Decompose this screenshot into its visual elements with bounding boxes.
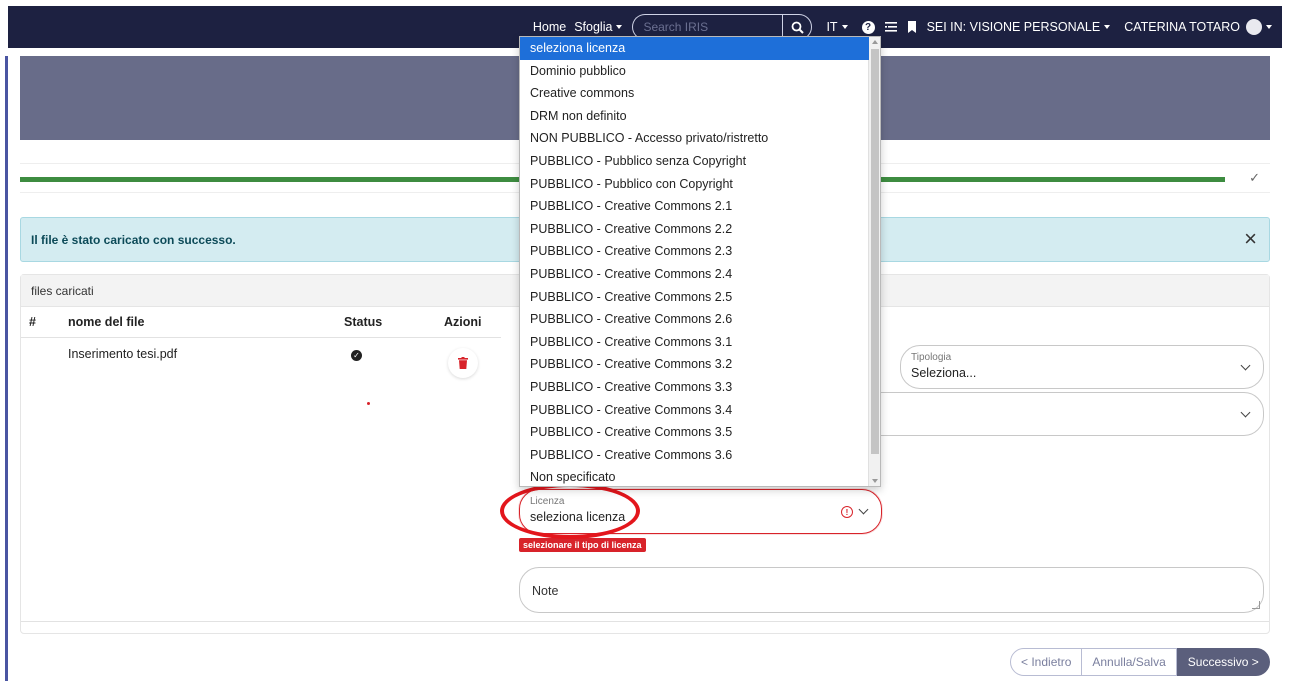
dropdown-scrollbar[interactable] xyxy=(868,37,880,486)
user-menu[interactable]: CATERINA TOTARO xyxy=(1124,19,1272,35)
nav-home-link[interactable]: Home xyxy=(533,20,566,34)
nav-browse-label: Sfoglia xyxy=(574,20,613,34)
license-option[interactable]: Dominio pubblico xyxy=(520,60,869,83)
cancel-save-button[interactable]: Annulla/Salva xyxy=(1082,648,1177,676)
resize-handle-icon[interactable] xyxy=(1252,601,1260,609)
question-circle-icon: ? xyxy=(861,20,875,34)
scroll-up-icon[interactable] xyxy=(872,40,878,44)
alert-message: Il file è stato caricato con successo. xyxy=(31,232,236,247)
chevron-down-icon xyxy=(1240,360,1251,371)
license-option[interactable]: PUBBLICO - Creative Commons 3.2 xyxy=(520,353,869,376)
column-header-actions: Azioni xyxy=(444,315,482,329)
note-placeholder: Note xyxy=(532,584,559,598)
list-icon xyxy=(884,22,897,32)
back-button[interactable]: < Indietro xyxy=(1010,648,1083,676)
chevron-down-icon xyxy=(1240,407,1251,418)
license-option[interactable]: PUBBLICO - Creative Commons 2.5 xyxy=(520,286,869,309)
error-icon: ! xyxy=(841,506,853,518)
column-header-filename: nome del file xyxy=(68,315,145,329)
license-option[interactable]: DRM non definito xyxy=(520,105,869,128)
licenza-error-badge: selezionare il tipo di licenza xyxy=(519,538,646,552)
close-icon[interactable]: × xyxy=(1244,228,1257,250)
note-textarea[interactable]: Note xyxy=(519,567,1264,613)
chevron-down-icon xyxy=(841,25,848,29)
next-button[interactable]: Successivo > xyxy=(1176,648,1270,676)
check-circle-icon: ✓ xyxy=(351,350,362,361)
delete-file-button[interactable] xyxy=(448,348,478,378)
license-option[interactable]: PUBBLICO - Creative Commons 2.6 xyxy=(520,308,869,331)
required-marker xyxy=(367,402,370,405)
left-accent-strip xyxy=(0,0,8,681)
language-label: IT xyxy=(826,20,838,34)
license-option[interactable]: PUBBLICO - Creative Commons 3.1 xyxy=(520,331,869,354)
tipologia-label: Tipologia xyxy=(911,352,952,363)
license-option[interactable]: PUBBLICO - Creative Commons 2.4 xyxy=(520,263,869,286)
check-icon: ✓ xyxy=(1249,170,1260,185)
license-option[interactable]: PUBBLICO - Creative Commons 3.4 xyxy=(520,399,869,422)
license-option[interactable]: PUBBLICO - Pubblico senza Copyright xyxy=(520,150,869,173)
chevron-down-icon xyxy=(616,25,623,29)
license-option[interactable]: PUBBLICO - Creative Commons 2.2 xyxy=(520,218,869,241)
help-button[interactable]: ? xyxy=(861,20,875,34)
license-option[interactable]: PUBBLICO - Pubblico con Copyright xyxy=(520,173,869,196)
card-divider xyxy=(21,621,1269,622)
scrollbar-thumb[interactable] xyxy=(871,49,879,454)
annotation-circle xyxy=(500,483,640,539)
nav-browse-menu[interactable]: Sfoglia xyxy=(574,20,623,34)
license-dropdown-list: seleziona licenza Dominio pubblico Creativ… xyxy=(519,36,881,487)
license-option[interactable]: PUBBLICO - Creative Commons 3.5 xyxy=(520,421,869,444)
license-option[interactable]: PUBBLICO - Creative Commons 3.3 xyxy=(520,376,869,399)
bookmark-icon xyxy=(907,21,916,33)
list-button[interactable] xyxy=(884,21,897,33)
bookmark-button[interactable] xyxy=(907,21,917,33)
table-divider xyxy=(21,337,501,338)
avatar xyxy=(1246,19,1262,35)
license-option[interactable]: Non specificato xyxy=(520,466,869,486)
chevron-down-icon xyxy=(858,504,869,515)
scroll-down-icon[interactable] xyxy=(872,479,878,483)
license-option[interactable]: Creative commons xyxy=(520,82,869,105)
trash-icon xyxy=(458,357,468,369)
license-option[interactable]: PUBBLICO - Creative Commons 2.1 xyxy=(520,195,869,218)
workspace-menu[interactable]: SEI IN: VISIONE PERSONALE xyxy=(927,20,1111,34)
license-option[interactable]: seleziona licenza xyxy=(520,37,869,60)
chevron-down-icon xyxy=(1104,25,1111,29)
chevron-down-icon xyxy=(1266,25,1272,29)
user-name: CATERINA TOTARO xyxy=(1124,20,1240,34)
license-option[interactable]: NON PUBBLICO - Accesso privato/ristretto xyxy=(520,127,869,150)
wizard-buttons: < Indietro Annulla/Salva Successivo > xyxy=(1010,648,1270,676)
workspace-label: SEI IN: VISIONE PERSONALE xyxy=(926,20,1101,34)
search-icon xyxy=(791,21,804,34)
license-option[interactable]: PUBBLICO - Creative Commons 3.6 xyxy=(520,444,869,467)
language-menu[interactable]: IT xyxy=(826,20,848,34)
tipologia-select[interactable]: Tipologia Seleziona... xyxy=(900,345,1264,389)
column-header-status: Status xyxy=(344,315,383,329)
license-option[interactable]: PUBBLICO - Creative Commons 2.3 xyxy=(520,240,869,263)
column-header-index: # xyxy=(29,315,36,329)
tipologia-value: Seleziona... xyxy=(911,366,977,380)
file-name[interactable]: Inserimento tesi.pdf xyxy=(68,347,177,361)
